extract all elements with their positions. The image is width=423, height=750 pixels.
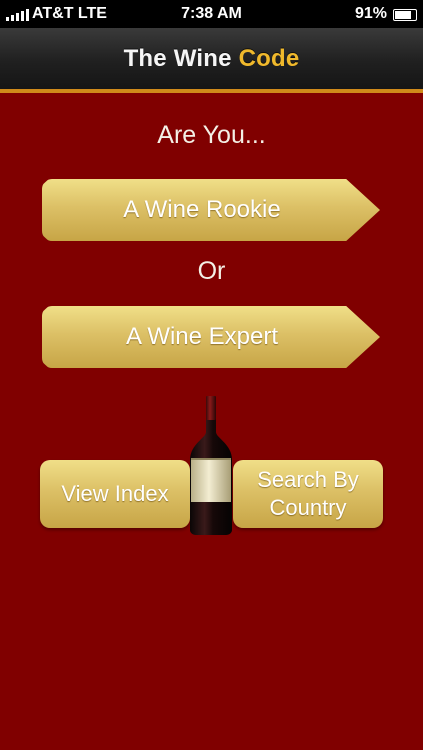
wine-rookie-label: A Wine Rookie	[123, 196, 281, 223]
status-bar: AT&T LTE 7:38 AM 91%	[0, 0, 423, 28]
or-label: Or	[197, 257, 226, 285]
view-index-button[interactable]: View Index	[40, 460, 190, 528]
wine-expert-button[interactable]: A Wine Expert	[42, 306, 380, 368]
wine-expert-label: A Wine Expert	[125, 323, 279, 350]
search-by-country-line1: Search By	[257, 467, 359, 492]
wine-rookie-button[interactable]: A Wine Rookie	[42, 179, 380, 241]
battery-level	[395, 11, 411, 19]
wine-bottle-icon	[190, 396, 232, 535]
search-by-country-label: Search By Country	[257, 466, 359, 522]
main-content: Are You... A Wine Rookie Or A Wine Exper…	[0, 93, 423, 750]
app-title-code: Code	[238, 44, 300, 72]
battery-icon	[393, 9, 417, 21]
question-prompt: Are You...	[157, 121, 266, 149]
search-by-country-line2: Country	[269, 495, 347, 520]
battery-percentage: 91%	[354, 5, 387, 22]
search-by-country-button[interactable]: Search By Country	[233, 460, 383, 528]
view-index-label: View Index	[61, 481, 169, 506]
app-title-the-wine: The Wine	[123, 44, 232, 72]
navigation-bar: The Wine Code	[0, 28, 423, 93]
